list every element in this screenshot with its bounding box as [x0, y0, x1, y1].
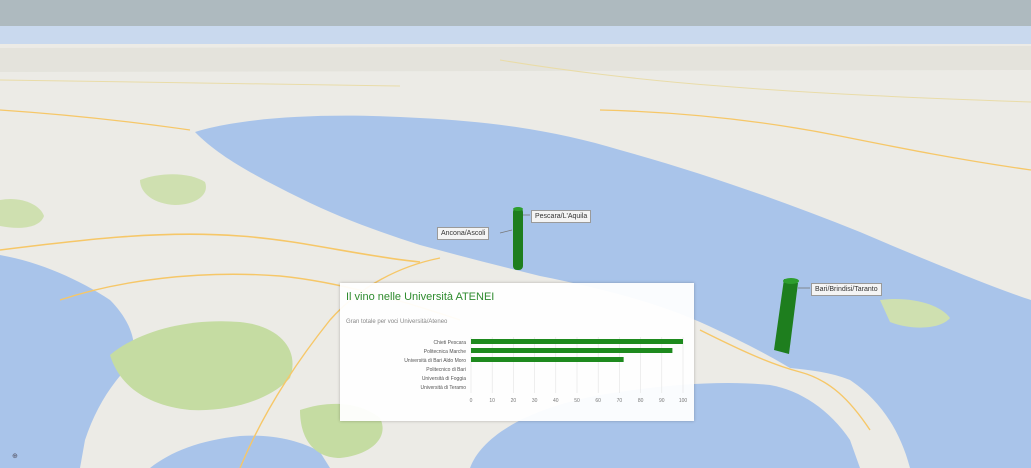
bar[interactable] [471, 339, 683, 344]
tick-label: 70 [617, 398, 623, 404]
bar-chart: 0 10 20 30 40 50 60 70 80 90 100 Chieti Pescara Poli… [404, 337, 688, 404]
category-label: Università di Bari Aldo Moro [404, 358, 466, 364]
tick-label: 20 [511, 398, 517, 404]
marker-cap [783, 278, 799, 284]
category-label: Università di Foggia [422, 376, 466, 382]
data-card[interactable]: Il vino nelle Università ATENEI Gran tot… [340, 283, 694, 421]
sky-band [0, 0, 1031, 28]
tick-label: 0 [470, 398, 473, 404]
tick-label: 50 [574, 398, 580, 404]
callout-bari[interactable]: Bari/Brindisi/Taranto [811, 283, 882, 296]
category-label: Politecnico di Bari [426, 367, 466, 373]
marker-column [513, 208, 523, 270]
tick-label: 100 [679, 398, 688, 404]
data-card-title: Il vino nelle Università ATENEI [346, 291, 495, 303]
data-card-subtitle: Gran totale per voci Università/Ateneo [346, 319, 448, 325]
tick-label: 30 [532, 398, 538, 404]
tick-label: 60 [595, 398, 601, 404]
category-label: Politecnica Marche [424, 349, 466, 355]
tick-label: 10 [489, 398, 495, 404]
marker-cap [513, 207, 523, 211]
far-terrain [0, 46, 1031, 72]
callout-pescara[interactable]: Pescara/L'Aquila [531, 210, 592, 223]
bar[interactable] [471, 348, 673, 353]
category-label: Chieti Pescara [433, 340, 466, 346]
tick-label: 90 [659, 398, 665, 404]
map-view[interactable]: Pescara/L'Aquila Ancona/Ascoli Bari/Brin… [0, 0, 1031, 468]
category-label: Università di Teramo [421, 385, 467, 391]
tick-label: 80 [638, 398, 644, 404]
zoom-icon[interactable]: ⊕ [12, 452, 18, 460]
tick-label: 40 [553, 398, 559, 404]
callout-ancona[interactable]: Ancona/Ascoli [437, 227, 490, 240]
bar[interactable] [471, 357, 624, 362]
data-pin-pescara[interactable] [513, 207, 523, 270]
